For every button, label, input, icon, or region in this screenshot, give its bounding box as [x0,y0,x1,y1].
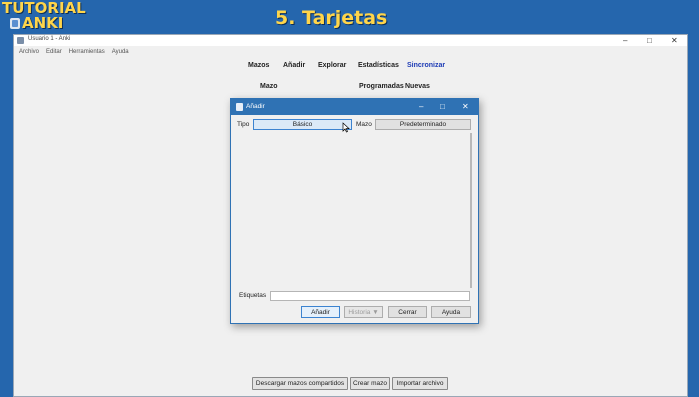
header-deck: Mazo [260,83,278,90]
main-window-title: Usuario 1 - Anki [28,36,71,42]
deck-label: Mazo [356,121,372,128]
tutorial-logo: TUTORIAL ANKI [2,1,86,33]
maximize-icon[interactable]: □ [647,35,652,46]
header-due: Programadas [359,83,404,90]
dialog-title: Añadir [246,103,265,110]
dialog-titlebar: Añadir – □ ✕ [231,99,478,115]
dialog-app-icon [236,103,243,111]
close-button[interactable]: Cerrar [388,306,427,318]
fields-editor-area[interactable] [235,133,470,288]
toolbar-add[interactable]: Añadir [283,62,305,69]
anki-logo-icon [10,18,20,29]
logo-line-anki: ANKI [22,14,64,32]
menubar: Archivo Editar Herramientas Ayuda [14,46,687,58]
toolbar-decks[interactable]: Mazos [248,62,269,69]
toolbar-sync[interactable]: Sincronizar [407,62,445,69]
create-deck-button[interactable]: Crear mazo [350,377,390,390]
history-button[interactable]: Historia ▼ [344,306,383,318]
main-titlebar: Usuario 1 - Anki – □ ✕ [14,35,687,46]
video-title: 5. Tarjetas [275,7,388,29]
editor-scrollbar[interactable] [470,133,472,288]
minimize-icon[interactable]: – [623,35,627,46]
header-new: Nuevas [405,83,430,90]
dialog-minimize-icon[interactable]: – [419,99,423,115]
dialog-close-icon[interactable]: ✕ [462,99,469,115]
anki-app-icon [17,37,24,44]
type-label: Tipo [237,121,250,128]
dialog-maximize-icon[interactable]: □ [440,99,445,115]
menu-archivo[interactable]: Archivo [19,49,39,55]
import-file-button[interactable]: Importar archivo [392,377,448,390]
shared-decks-button[interactable]: Descargar mazos compartidos [252,377,348,390]
mouse-cursor-icon [342,122,350,133]
tags-input[interactable] [270,291,470,301]
menu-editar[interactable]: Editar [46,49,62,55]
add-card-dialog: Añadir – □ ✕ Tipo Básico Mazo Predetermi… [230,98,479,324]
help-button[interactable]: Ayuda [431,306,471,318]
deck-selector[interactable]: Predeterminado [375,119,471,130]
close-icon[interactable]: ✕ [671,35,678,46]
tags-label: Etiquetas [239,292,267,299]
toolbar-stats[interactable]: Estadísticas [358,62,399,69]
main-toolbar: Mazos Añadir Explorar Estadísticas Sincr… [14,62,687,74]
toolbar-browse[interactable]: Explorar [318,62,346,69]
menu-herramientas[interactable]: Herramientas [69,49,105,55]
note-type-selector[interactable]: Básico [253,119,352,130]
menu-ayuda[interactable]: Ayuda [112,49,129,55]
add-button[interactable]: Añadir [301,306,340,318]
